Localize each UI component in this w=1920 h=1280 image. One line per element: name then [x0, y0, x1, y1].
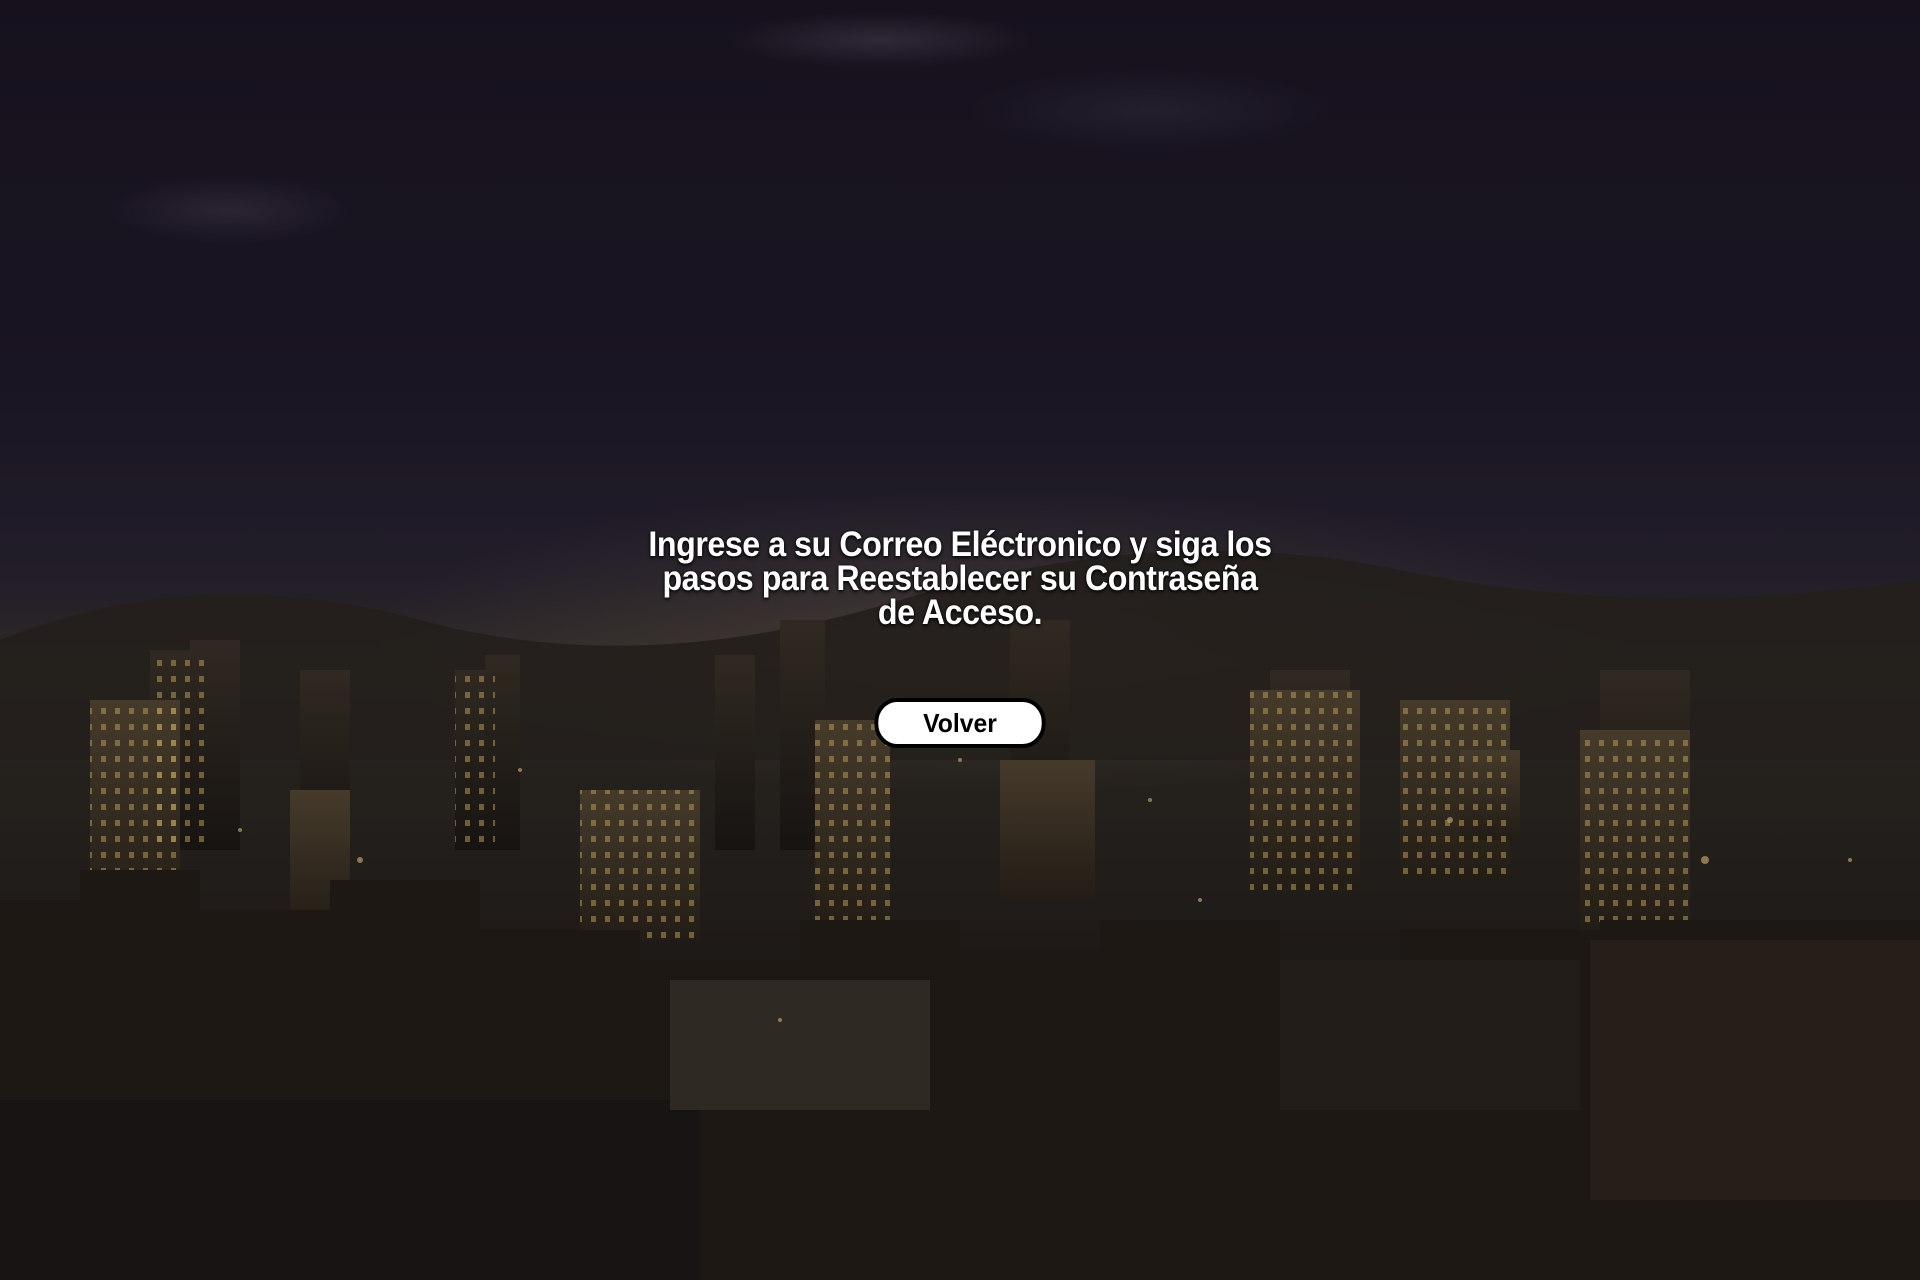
reset-notice-panel: Ingrese a su Correo Eléctronico y siga l… [0, 525, 1920, 748]
password-reset-confirmation-page: Ingrese a su Correo Eléctronico y siga l… [0, 0, 1920, 1280]
back-button[interactable]: Volver [874, 698, 1046, 748]
reset-instructions-message: Ingrese a su Correo Eléctronico y siga l… [648, 525, 1272, 632]
